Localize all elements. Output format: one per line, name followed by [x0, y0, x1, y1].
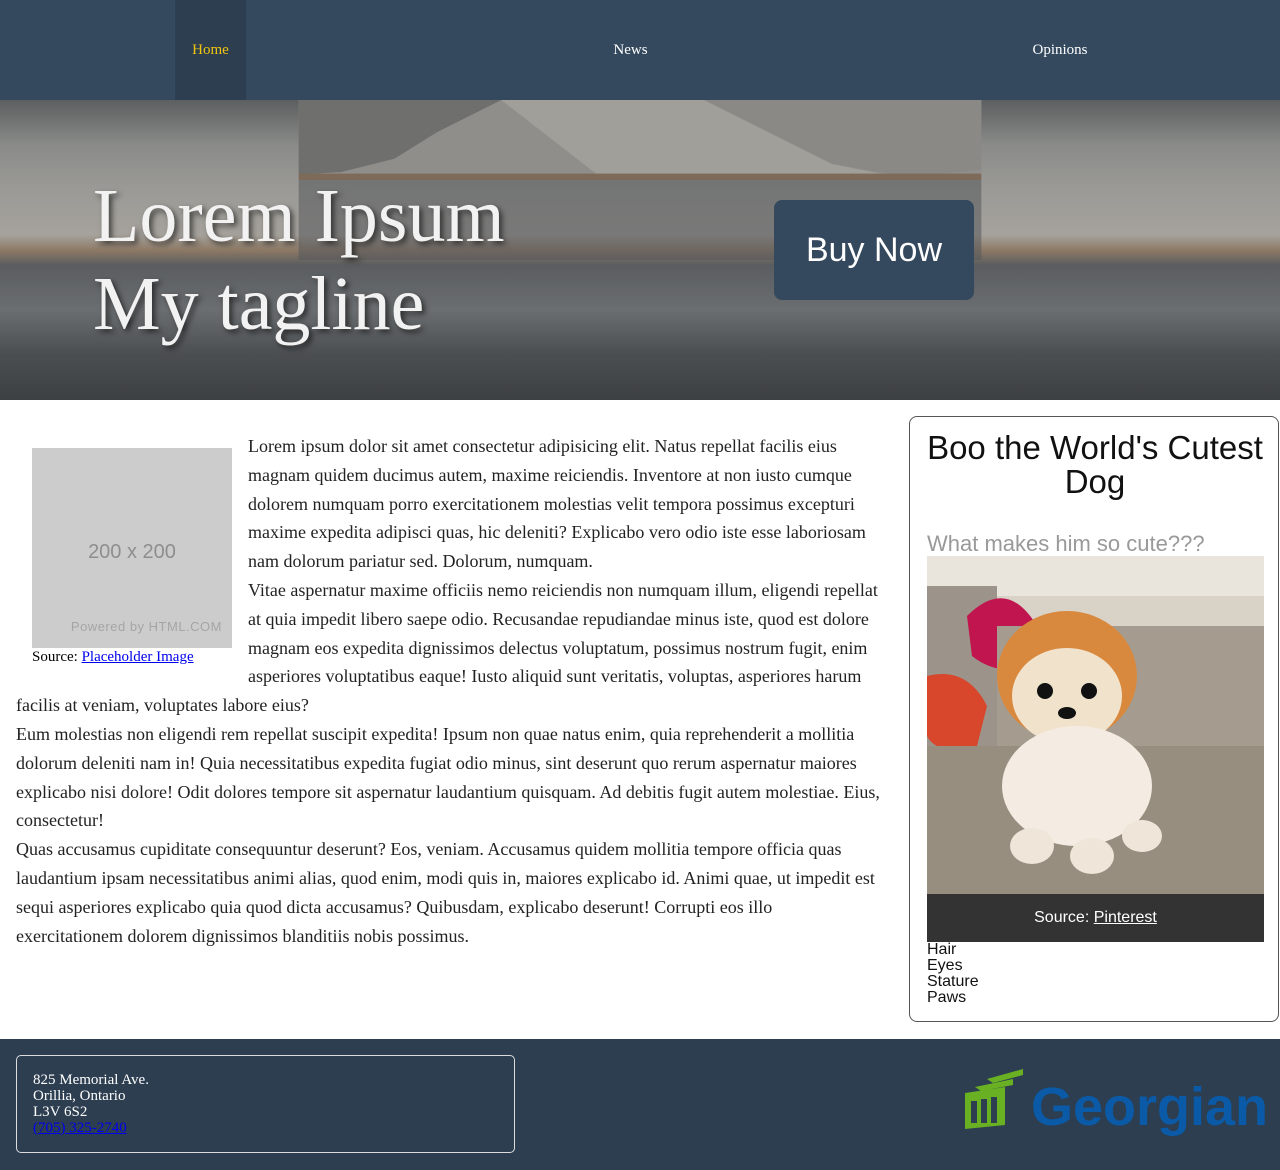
trait-item: Paws [927, 989, 967, 1006]
paragraph-3: Eum molestias non eligendi rem repellat … [16, 723, 880, 831]
georgian-logo[interactable]: Georgian [965, 1067, 1265, 1142]
nav-home[interactable]: Home [175, 0, 246, 100]
hero-banner: Lorem Ipsum My tagline Buy Now [0, 100, 1280, 400]
placeholder-source-link[interactable]: Placeholder Image [82, 649, 194, 665]
placeholder-powered-label: Powered by HTML.COM [70, 619, 222, 635]
placeholder-size-label: 200 x 200 [88, 541, 176, 563]
placeholder-image: 200 x 200 Powered by HTML.COM [32, 448, 232, 648]
placeholder-figure: 200 x 200 Powered by HTML.COM Source: Pl… [32, 448, 232, 666]
sidebar-title: Boo the World's Cutest Dog [927, 429, 1263, 500]
hero-title: Lorem Ipsum My tagline [93, 172, 505, 348]
sidebar: Boo the World's Cutest Dog What makes hi… [909, 416, 1279, 1022]
address-box: 825 Memorial Ave. Orillia, Ontario L3V 6… [16, 1055, 515, 1153]
trait-item: Stature [927, 973, 979, 990]
paragraph-4: Quas accusamus cupiditate consequuntur d… [16, 839, 875, 946]
dog-illustration [927, 556, 1264, 894]
dog-photo [927, 556, 1264, 894]
address-city: Orillia, Ontario [33, 1088, 126, 1104]
dog-photo-caption: Source: Pinterest [927, 894, 1264, 942]
nav-news[interactable]: News [595, 0, 666, 100]
site-footer: 825 Memorial Ave. Orillia, Ontario L3V 6… [0, 1039, 1280, 1170]
pinterest-link[interactable]: Pinterest [1094, 909, 1157, 926]
trait-item: Eyes [927, 957, 963, 974]
sidebar-subtitle: What makes him so cute??? [927, 531, 1205, 556]
cute-traits-list: Hair Eyes Stature Paws [927, 942, 979, 1006]
address-street: 825 Memorial Ave. [33, 1072, 149, 1088]
hero-tagline: My tagline [93, 262, 425, 346]
address-postal: L3V 6S2 [33, 1104, 88, 1120]
buy-now-button[interactable]: Buy Now [774, 200, 974, 300]
dog-caption-prefix: Source: [1034, 909, 1094, 926]
main-article: 200 x 200 Powered by HTML.COM Source: Pl… [16, 432, 880, 950]
logo-text: Georgian [1031, 1077, 1265, 1137]
caption-prefix: Source: [32, 649, 82, 665]
hero-title-line1: Lorem Ipsum [93, 174, 505, 258]
main-navigation: Home News Opinions [0, 0, 1280, 100]
nav-opinions[interactable]: Opinions [1020, 0, 1100, 100]
phone-link[interactable]: (705) 325-2740 [33, 1120, 127, 1136]
trait-item: Hair [927, 941, 957, 958]
placeholder-caption: Source: Placeholder Image [32, 648, 232, 666]
